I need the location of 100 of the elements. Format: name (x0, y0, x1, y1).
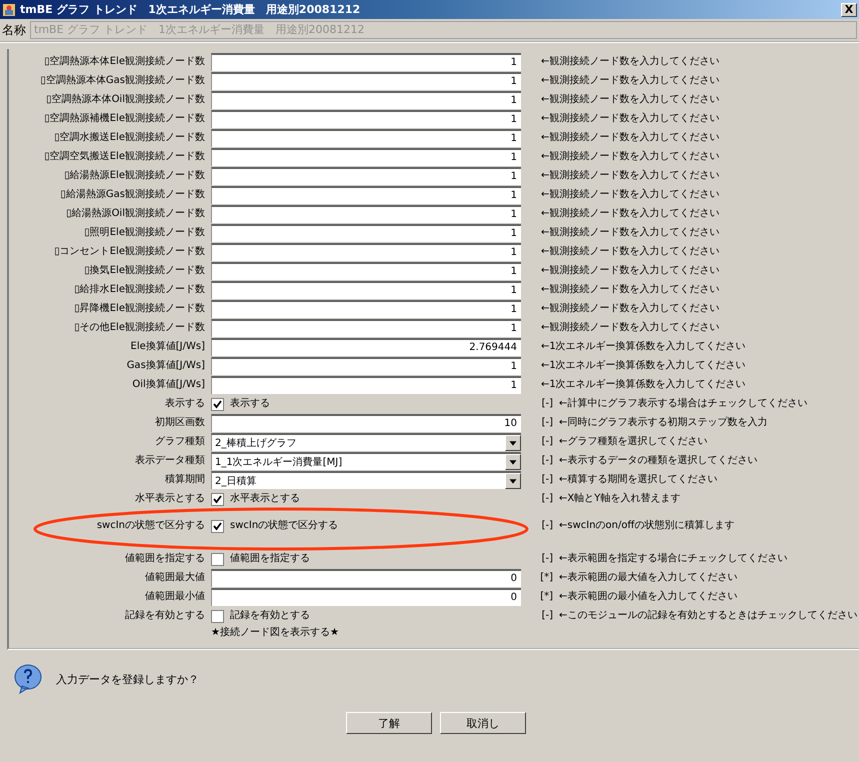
checkbox[interactable] (211, 398, 224, 410)
field-label: ▯換気Ele観測接続ノード数 (83, 264, 205, 278)
required-marker: [-] (540, 552, 553, 566)
window-title: tmBE グラフ トレンド 1次エネルギー消費量 用途別20081212 (20, 2, 362, 17)
field-label: 値範囲最大値 (144, 570, 205, 585)
field-label: 積算期間 (164, 472, 205, 487)
hint-text: ←観測接続ノード数を入力してください (540, 130, 720, 145)
input-field[interactable]: 10 (211, 414, 521, 432)
hint-text: ←観測接続ノード数を入力してください (540, 226, 720, 240)
checkbox[interactable] (211, 552, 224, 566)
dropdown[interactable]: 2_棒積上げグラフ (211, 433, 521, 451)
field-label: Oil換算値[J/Ws] (131, 378, 205, 392)
field-label: ▯昇降機Ele観測接続ノード数 (73, 302, 205, 316)
hint-text: ←観測接続ノード数を入力してください (540, 54, 720, 69)
hint-text: ←観測接続ノード数を入力してください (540, 74, 720, 88)
field-label: ▯その他Ele観測接続ノード数 (73, 320, 205, 335)
checkbox-label[interactable]: 表示する (230, 395, 270, 413)
required-marker: [-] (540, 609, 553, 623)
input-field[interactable]: 0 (211, 569, 521, 587)
hint-text: ←表示範囲を指定する場合にチェックしてください (559, 552, 788, 566)
field-label: グラフ種類 (154, 434, 205, 449)
input-field[interactable]: 1 (211, 91, 521, 109)
input-field[interactable]: 1 (211, 148, 521, 166)
input-field[interactable]: 1 (211, 243, 521, 261)
field-label: ▯照明Ele観測接続ノード数 (83, 226, 205, 240)
cancel-button[interactable]: 取消し (440, 712, 526, 734)
close-button[interactable]: X (841, 2, 857, 16)
field-label: ▯コンセントEle観測接続ノード数 (53, 244, 205, 259)
hint-text: ←1次エネルギー換算係数を入力してください (540, 358, 747, 373)
hint-text: ←X軸とY軸を入れ替えます (559, 492, 682, 506)
input-field[interactable]: 1 (211, 110, 521, 128)
input-field[interactable]: 2.769444 (211, 338, 521, 356)
caret-icon (505, 473, 521, 489)
checkbox-label[interactable]: 値範囲を指定する (230, 550, 310, 568)
required-marker: [-] (540, 473, 553, 487)
input-field[interactable]: 0 (211, 588, 521, 606)
input-field[interactable]: 1 (211, 281, 521, 299)
question-icon (14, 664, 42, 694)
field-label: 値範囲最小値 (144, 590, 205, 604)
hint-text: ←観測接続ノード数を入力してください (540, 150, 720, 164)
app-icon (2, 2, 16, 16)
field-label: 水平表示とする (134, 492, 205, 506)
input-field[interactable]: 1 (211, 167, 521, 185)
field-label: ▯給湯熱源Gas観測接続ノード数 (59, 188, 205, 202)
ok-button[interactable]: 了解 (346, 712, 432, 734)
required-marker: [-] (540, 435, 553, 449)
hint-text: ←計算中にグラフ表示する場合はチェックしてください (559, 396, 808, 411)
hint-text: ←このモジュールの記録を有効とするときはチェックしてください (559, 608, 858, 623)
hint-text: ←1次エネルギー換算係数を入力してください (540, 340, 747, 354)
field-label: ▯空調熱源本体Oil観測接続ノード数 (45, 92, 205, 107)
field-label: ▯給湯熱源Oil観測接続ノード数 (65, 206, 205, 221)
required-marker: [*] (539, 571, 553, 585)
caret-icon (505, 454, 521, 470)
name-label: 名称 (2, 22, 26, 38)
input-field[interactable]: 1 (211, 224, 521, 242)
hint-text: ←観測接続ノード数を入力してください (540, 188, 720, 202)
input-field[interactable]: 1 (211, 376, 521, 394)
field-label: ▯空調空気搬送Ele観測接続ノード数 (43, 150, 205, 164)
dropdown[interactable]: 2_日積算 (211, 471, 521, 489)
hint-text: ←観測接続ノード数を入力してください (540, 302, 720, 316)
caret-icon (505, 435, 521, 451)
hint-text: ←表示範囲の最小値を入力してください (559, 590, 738, 604)
hint-text: ←swcInのon/offの状態別に積算します (559, 518, 736, 533)
field-label: 記録を有効とする (124, 608, 205, 623)
hint-text: ←同時にグラフ表示する初期ステップ数を入力 (559, 416, 768, 430)
checkbox[interactable] (211, 520, 224, 532)
required-marker: [-] (540, 397, 553, 411)
input-field[interactable]: 1 (211, 300, 521, 318)
hint-text: ←観測接続ノード数を入力してください (540, 244, 720, 259)
required-marker: [-] (540, 519, 553, 533)
checkbox[interactable] (211, 492, 224, 506)
hint-text: ←観測接続ノード数を入力してください (540, 320, 720, 335)
hint-text: ←観測接続ノード数を入力してください (540, 206, 720, 221)
hint-text: ←観測接続ノード数を入力してください (540, 282, 720, 297)
field-label: swcInの状態で区分する (96, 518, 205, 533)
field-label: ▯給排水Ele観測接続ノード数 (73, 282, 205, 297)
field-label: 表示する (164, 396, 205, 411)
hint-text: ←観測接続ノード数を入力してください (540, 112, 720, 126)
input-field[interactable]: 1 (211, 357, 521, 375)
checkbox-label[interactable]: 水平表示とする (230, 490, 300, 508)
node-diagram-link[interactable]: ★接続ノード図を表示する★ (211, 626, 553, 640)
hint-text: ←表示するデータの種類を選択してください (559, 454, 758, 468)
input-field[interactable]: 1 (211, 262, 521, 280)
field-label: 表示データ種類 (134, 454, 205, 468)
dropdown[interactable]: 1_1次エネルギー消費量[MJ] (211, 452, 521, 470)
checkbox-label[interactable]: 記録を有効とする (230, 607, 310, 625)
input-field[interactable]: 1 (211, 72, 521, 90)
input-field[interactable]: 1 (211, 319, 521, 337)
field-label: Gas換算値[J/Ws] (126, 359, 205, 373)
hint-text: ←1次エネルギー換算係数を入力してください (540, 378, 747, 392)
hint-text: ←観測接続ノード数を入力してください (540, 264, 720, 278)
checkbox[interactable] (211, 610, 224, 622)
input-field[interactable]: 1 (211, 53, 521, 71)
field-label: 値範囲を指定する (124, 552, 205, 566)
checkbox-label[interactable]: swcInの状態で区分する (230, 517, 338, 535)
hint-text: ←観測接続ノード数を入力してください (540, 92, 720, 107)
input-field[interactable]: 1 (211, 186, 521, 204)
input-field[interactable]: 1 (211, 205, 521, 223)
input-field[interactable]: 1 (211, 129, 521, 147)
field-label: ▯給湯熱源Ele観測接続ノード数 (63, 168, 205, 183)
